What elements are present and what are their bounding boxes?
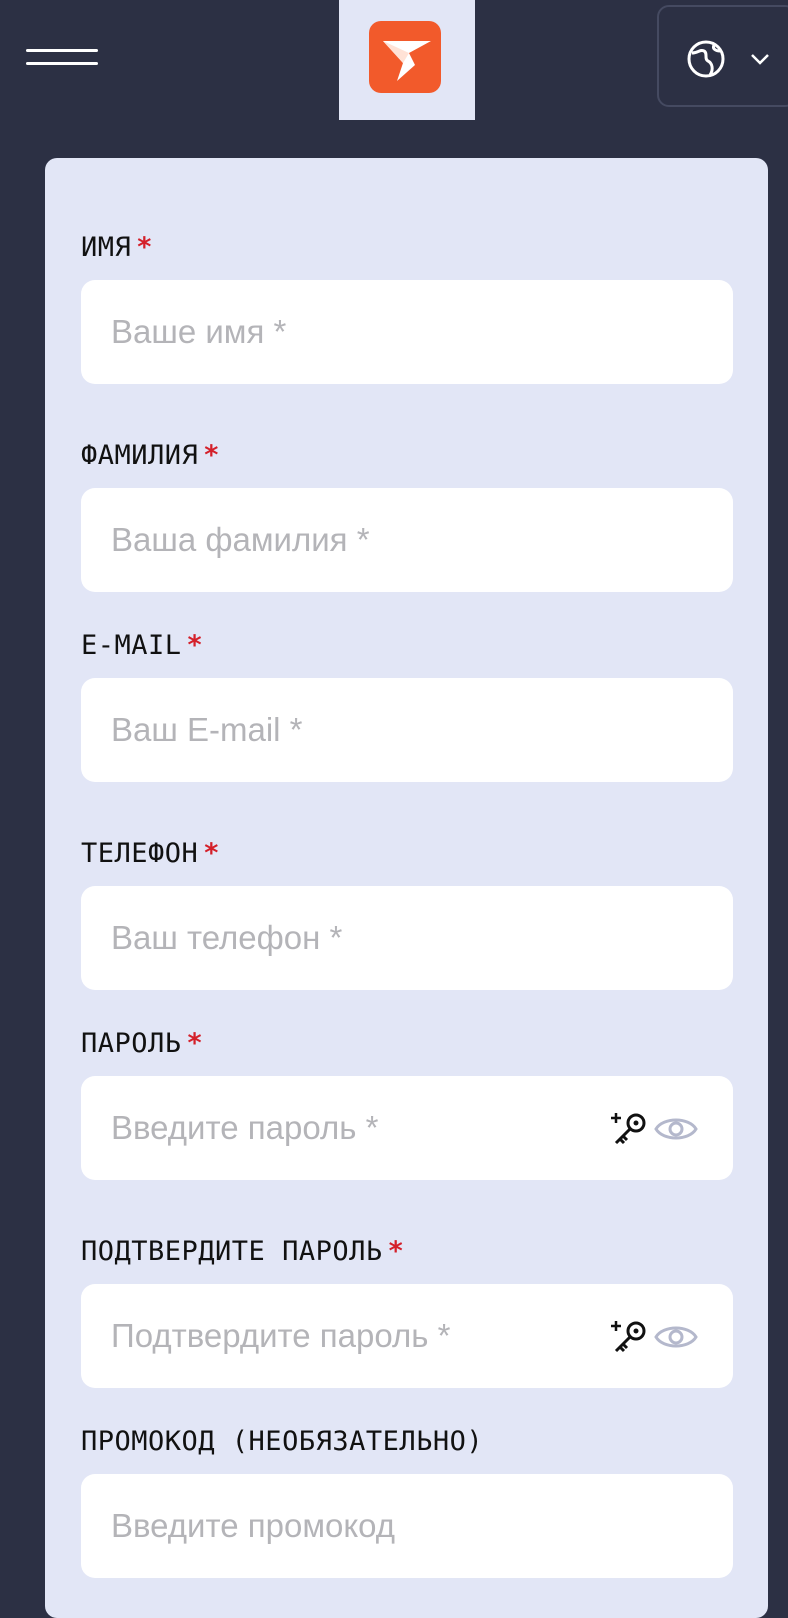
last-name-label-text: ФАМИЛИЯ [81,440,199,471]
password-label-text: ПАРОЛЬ [81,1028,182,1059]
required-mark: * [187,1028,203,1059]
phone-label: ТЕЛЕФОН * [81,838,219,870]
promo-code-input[interactable] [81,1474,733,1578]
phone-label-text: ТЕЛЕФОН [81,838,199,869]
key-sparkle-icon[interactable] [609,1318,649,1358]
last-name-input[interactable] [81,488,733,592]
promo-label-text: ПРОМОКОД (НЕОБЯЗАТЕЛЬНО) [81,1426,484,1457]
password-label: ПАРОЛЬ * [81,1028,202,1060]
email-input[interactable] [81,678,733,782]
email-label-text: E-MAIL [81,630,182,661]
confirm-password-label-text: ПОДТВЕРДИТЕ ПАРОЛЬ [81,1236,383,1267]
language-selector-button[interactable] [657,5,788,107]
top-bar [0,0,788,140]
first-name-label-text: ИМЯ [81,232,132,263]
eye-icon[interactable] [653,1112,699,1146]
globe-icon [687,40,725,78]
registration-form-card: ИМЯ* ФАМИЛИЯ* E-MAIL* ТЕЛЕФОН* ПАРОЛЬ* П… [45,158,768,1618]
key-sparkle-icon[interactable] [609,1110,649,1150]
promo-label: ПРОМОКОД (НЕОБЯЗАТЕЛЬНО) [81,1426,483,1458]
first-name-label: ИМЯ * [81,232,152,264]
confirm-password-label: ПОДТВЕРДИТЕ ПАРОЛЬ * [81,1236,403,1268]
logo-tile [369,21,441,93]
email-label: E-MAIL * [81,630,202,662]
chevron-down-icon [751,54,769,65]
required-mark: * [137,232,152,263]
required-mark: * [204,838,219,869]
phone-input[interactable] [81,886,733,990]
last-name-label: ФАМИЛИЯ * [81,440,219,472]
paper-plane-logo-icon [383,41,431,81]
first-name-input[interactable] [81,280,733,384]
required-mark: * [388,1236,404,1267]
hamburger-line [26,62,98,65]
required-mark: * [204,440,219,471]
hamburger-icon[interactable] [26,49,98,69]
logo[interactable] [339,0,475,120]
hamburger-line [26,49,98,52]
eye-icon[interactable] [653,1320,699,1354]
required-mark: * [187,630,203,661]
